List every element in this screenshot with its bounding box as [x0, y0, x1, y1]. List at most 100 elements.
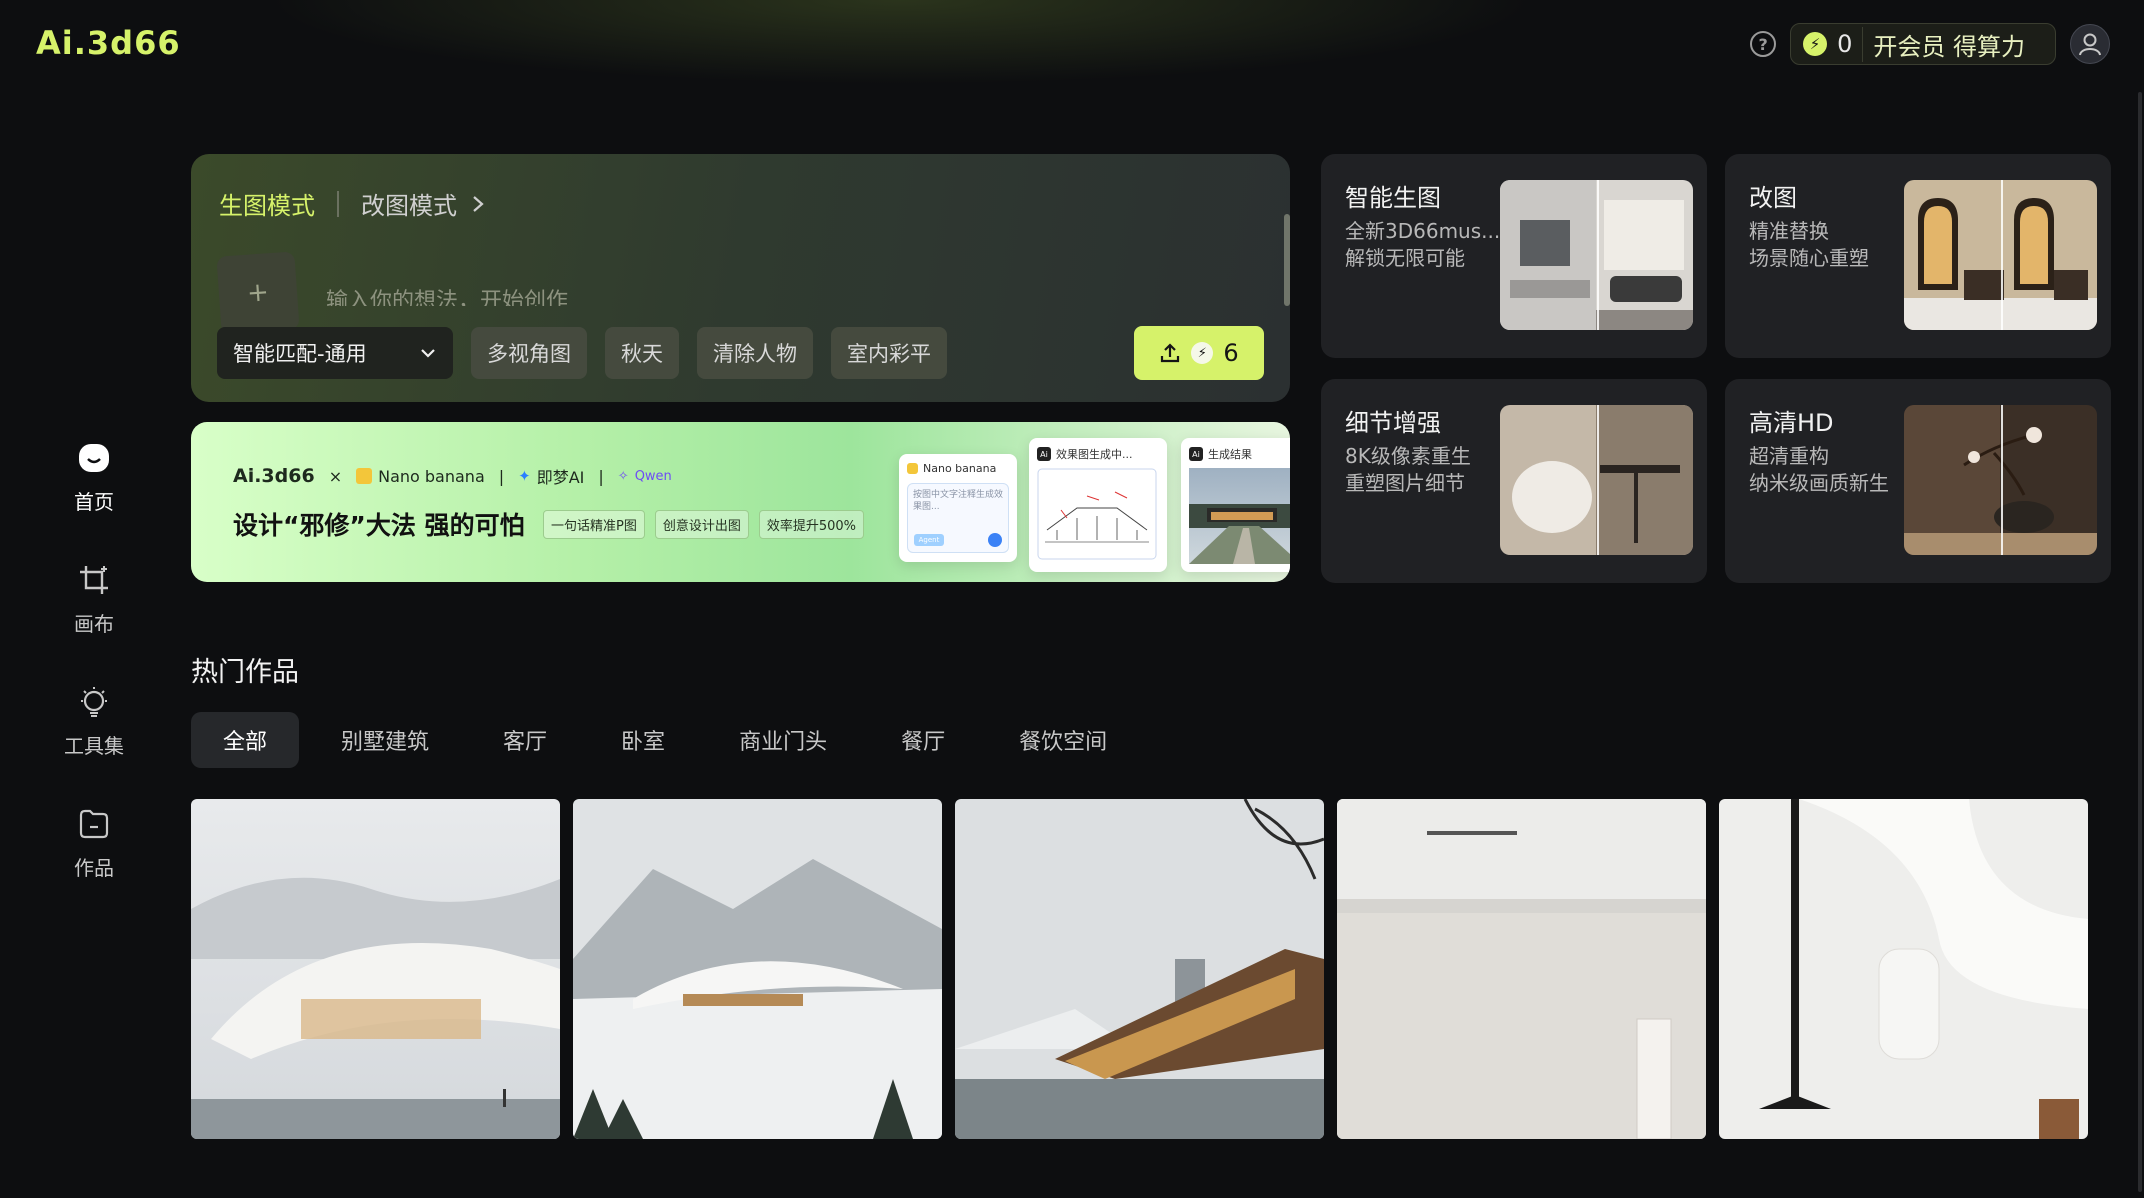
banana-icon: [356, 468, 373, 484]
work-card[interactable]: [955, 799, 1324, 1139]
banner-mini-card-result: Ai 生成结果: [1181, 438, 1290, 572]
prompt-input[interactable]: 输入你的想法，开始创作: [326, 288, 926, 306]
prompt-scrollbar[interactable]: [1284, 214, 1290, 306]
chip-multi-view[interactable]: 多视角图: [471, 327, 587, 379]
work-card[interactable]: [1719, 799, 2088, 1139]
feature-title: 智能生图: [1345, 184, 1441, 212]
header-actions: ? ⚡ 0 开会员 得算力: [1750, 22, 2110, 66]
work-card[interactable]: [573, 799, 942, 1139]
mini-card-prompt-text: 按图中文字注释生成效果图...: [913, 490, 1004, 512]
filter-living-room[interactable]: 客厅: [471, 712, 579, 768]
tab-generate-mode[interactable]: 生图模式: [219, 186, 315, 221]
filter-all[interactable]: 全部: [191, 712, 300, 768]
help-icon[interactable]: ?: [1750, 31, 1777, 57]
plus-icon: +: [246, 277, 270, 309]
banana-icon: [907, 463, 918, 474]
qwen-icon: ✧: [617, 468, 629, 484]
banner-logo: Ai.3d66: [233, 465, 315, 487]
feature-subtitle: 全新3D66mus... 解锁无限可能: [1345, 218, 1505, 272]
sidebar-item-works[interactable]: 作品: [44, 806, 144, 928]
category-filters: 全部 别墅建筑 客厅 卧室 商业门头 餐厅 餐饮空间: [191, 712, 1139, 768]
user-icon: [2079, 33, 2101, 56]
vip-link[interactable]: 开会员 得算力: [1862, 26, 2043, 62]
feature-line: 纳米级画质新生: [1749, 471, 1889, 495]
filter-catering-space[interactable]: 餐饮空间: [987, 712, 1139, 768]
compare-divider: [2000, 180, 2003, 330]
home-icon: [76, 440, 112, 476]
mini-card-title: Nano banana: [923, 462, 997, 475]
chip-autumn[interactable]: 秋天: [605, 327, 679, 379]
chevron-right-icon: [473, 195, 484, 212]
lightbulb-icon: [76, 684, 112, 720]
banner-tag: 效率提升500%: [758, 510, 865, 539]
feature-thumbnail: [1500, 405, 1693, 555]
filter-villa[interactable]: 别墅建筑: [309, 712, 461, 768]
points-vip-pill[interactable]: ⚡ 0 开会员 得算力: [1790, 23, 2056, 65]
feature-thumbnail: [1500, 180, 1693, 330]
banner-partner-nano: Nano banana: [356, 467, 485, 486]
mode-tabs: 生图模式 改图模式: [219, 186, 485, 221]
banner-brand-row: Ai.3d66 × Nano banana | ✦ 即梦AI | ✧ Qwen: [233, 464, 672, 488]
filter-dining-room[interactable]: 餐厅: [869, 712, 977, 768]
app-logo[interactable]: Ai.3d66: [36, 24, 181, 62]
page-scrollbar[interactable]: [2138, 92, 2142, 1192]
feature-title: 细节增强: [1345, 409, 1441, 437]
banner-sep: |: [598, 466, 604, 486]
style-select-value: 智能匹配-通用: [233, 342, 367, 366]
result-photo: [1189, 468, 1290, 564]
promo-banner[interactable]: Ai.3d66 × Nano banana | ✦ 即梦AI | ✧ Qwen 设计…: [191, 422, 1290, 582]
agent-label: Agent: [918, 536, 940, 544]
works-gallery: [191, 799, 2088, 1139]
mini-card-prompt-box: 按图中文字注释生成效果图... Agent: [907, 483, 1009, 553]
points-count: 0: [1837, 30, 1853, 58]
style-select[interactable]: 智能匹配-通用: [217, 327, 453, 379]
crop-canvas-icon: [76, 562, 112, 598]
compare-divider: [2000, 405, 2003, 555]
feature-line: 超清重构: [1749, 444, 1829, 468]
generate-cost: 6: [1223, 339, 1239, 367]
banner-tags: 一句话精准P图 创意设计出图 效率提升500%: [543, 510, 865, 539]
ai-badge-icon: Ai: [1037, 447, 1051, 461]
ai-badge-icon: Ai: [1189, 447, 1203, 461]
lightning-icon: ⚡: [1803, 32, 1828, 56]
compare-divider: [1596, 405, 1599, 555]
filter-bedroom[interactable]: 卧室: [589, 712, 697, 768]
tab-edit-mode[interactable]: 改图模式: [361, 186, 485, 221]
compare-divider: [1596, 180, 1599, 330]
sidebar-item-label: 工具集: [64, 734, 124, 758]
chevron-down-icon: [421, 349, 435, 358]
image-upload-button[interactable]: +: [216, 251, 300, 335]
generate-button[interactable]: ⚡ 6: [1134, 326, 1264, 380]
agent-badge: Agent: [914, 534, 944, 546]
lightning-icon: ⚡: [1191, 342, 1214, 364]
feature-line: 精准替换: [1749, 219, 1829, 243]
sketch-illustration: [1037, 468, 1157, 560]
feature-title: 改图: [1749, 184, 1797, 212]
filter-storefront[interactable]: 商业门头: [707, 712, 859, 768]
sidebar-item-home[interactable]: 首页: [44, 440, 144, 562]
feature-subtitle: 超清重构纳米级画质新生: [1749, 443, 1909, 497]
chip-floor-plan[interactable]: 室内彩平: [831, 327, 947, 379]
work-card[interactable]: [191, 799, 560, 1139]
mini-card-title: 效果图生成中...: [1056, 448, 1133, 461]
work-card[interactable]: [1337, 799, 1706, 1139]
banner-title: 设计“邪修”大法 强的可怕: [233, 511, 525, 540]
sidebar-item-tools[interactable]: 工具集: [44, 684, 144, 806]
banner-mini-card-progress: Ai 效果图生成中...: [1029, 438, 1167, 572]
sidebar-item-canvas[interactable]: 画布: [44, 562, 144, 684]
banner-tag: 创意设计出图: [654, 510, 749, 539]
avatar[interactable]: [2070, 24, 2110, 64]
feature-card-hd[interactable]: 高清HD 超清重构纳米级画质新生: [1725, 379, 2111, 583]
feature-card-detail-enhance[interactable]: 细节增强 8K级像素重生 重塑图片细节: [1321, 379, 1707, 583]
folder-icon: [76, 806, 112, 842]
feature-card-smart-generate[interactable]: 智能生图 全新3D66mus... 解锁无限可能: [1321, 154, 1707, 358]
feature-line: 全新3D66mus...: [1345, 219, 1501, 243]
send-icon: [988, 533, 1002, 547]
chip-remove-people[interactable]: 清除人物: [697, 327, 813, 379]
sidebar-item-label: 首页: [74, 490, 114, 514]
partner-nano-label: Nano banana: [378, 466, 485, 486]
mini-card-title: 生成结果: [1208, 448, 1252, 461]
feature-title: 高清HD: [1749, 409, 1834, 437]
jimeng-icon: ✦: [518, 467, 531, 485]
feature-card-edit[interactable]: 改图 精准替换 场景随心重塑: [1725, 154, 2111, 358]
